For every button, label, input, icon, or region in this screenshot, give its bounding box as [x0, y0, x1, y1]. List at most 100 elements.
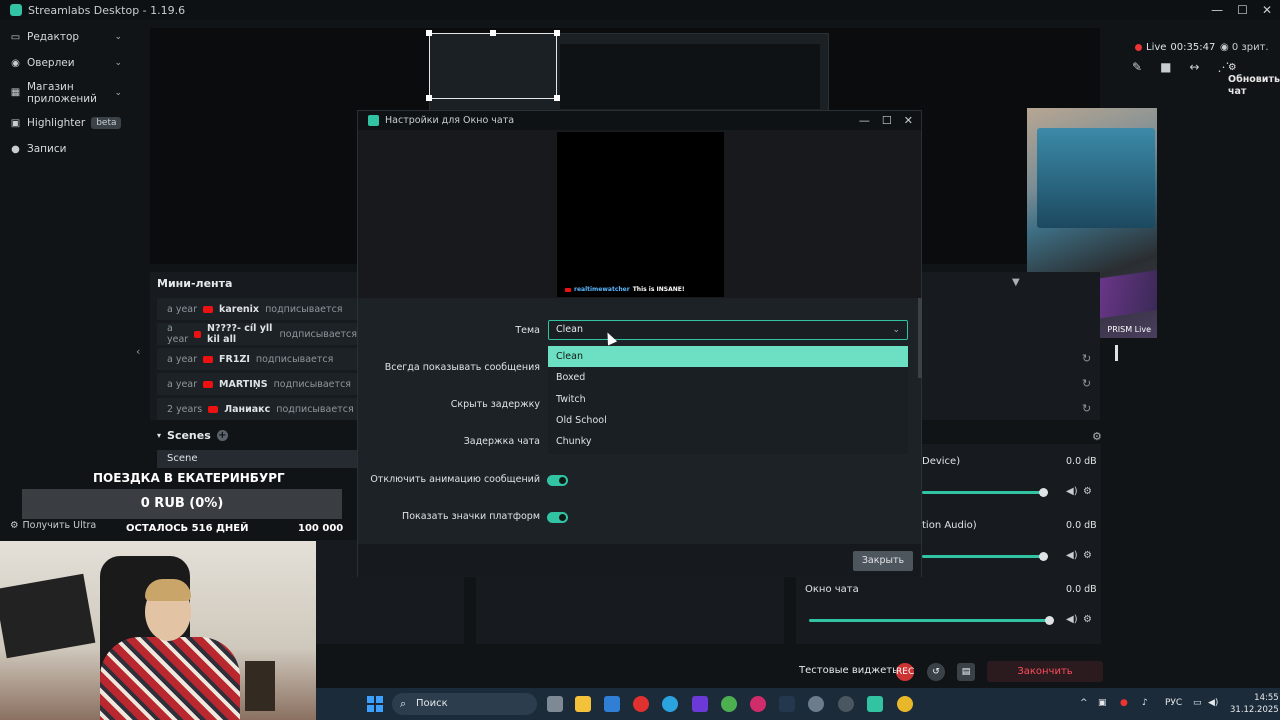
maximize-icon[interactable]: ☐	[882, 111, 892, 130]
close-button[interactable]: Закрыть	[853, 551, 913, 571]
modal-scrollbar[interactable]	[918, 298, 922, 378]
arrow-icon[interactable]: ↔	[1189, 60, 1199, 74]
resize-handle[interactable]	[426, 30, 432, 36]
refresh-chat-button[interactable]: ⚙ Обновить чат	[1228, 62, 1280, 98]
torrent-icon[interactable]	[721, 696, 737, 712]
nav-item-app-store[interactable]: ▦ Магазин приложений ⌄	[0, 76, 134, 110]
rec-button[interactable]: REC	[896, 663, 914, 681]
feed-name: FR1ZI	[219, 353, 250, 365]
volume-knob[interactable]	[1039, 488, 1048, 497]
refresh-icon[interactable]: ↻	[1082, 377, 1091, 390]
minimize-icon[interactable]: —	[1211, 3, 1223, 17]
tray-app-icon[interactable]: ▣	[1098, 698, 1107, 708]
store-icon[interactable]	[604, 696, 620, 712]
app-icon[interactable]	[838, 696, 854, 712]
language-indicator[interactable]: РУС	[1165, 698, 1182, 708]
show-badges-toggle[interactable]	[547, 512, 568, 523]
mini-feed-title: Мини-лента	[157, 277, 233, 290]
minimize-icon[interactable]: —	[859, 111, 870, 130]
resize-handle[interactable]	[490, 30, 496, 36]
theme-option[interactable]: Clean	[548, 346, 908, 368]
filter-icon[interactable]: ▼	[1012, 277, 1020, 288]
chevron-left-icon[interactable]: ‹	[136, 345, 140, 358]
beta-badge: beta	[91, 117, 122, 129]
theme-select[interactable]: Clean ⌄	[548, 320, 908, 340]
theme-option[interactable]: Twitch	[548, 389, 908, 410]
volume-slider[interactable]	[922, 555, 1044, 558]
chevron-down-icon[interactable]: ▾	[157, 431, 161, 440]
chrome-icon[interactable]	[897, 696, 913, 712]
replay-icon[interactable]: ↺	[927, 663, 945, 681]
close-icon[interactable]: ✕	[904, 111, 913, 130]
window-controls: — ☐ ✕	[1211, 0, 1272, 20]
chevron-down-icon[interactable]: ⌄	[114, 32, 122, 42]
theme-option[interactable]: Chunky	[548, 431, 908, 452]
yandex-browser-icon[interactable]	[633, 696, 649, 712]
scenes-title: Scenes	[167, 429, 211, 442]
get-ultra-link[interactable]: ⚙ Получить Ultra	[10, 520, 96, 531]
edit-icon[interactable]: ✎	[1132, 60, 1142, 74]
chevron-down-icon[interactable]: ⌄	[114, 87, 122, 99]
settings-icon[interactable]	[808, 696, 824, 712]
feed-action: подписывается	[255, 353, 334, 365]
streamlabs-taskbar-icon[interactable]	[867, 696, 883, 712]
resize-handle[interactable]	[554, 30, 560, 36]
steam-icon[interactable]	[779, 696, 795, 712]
maximize-icon[interactable]: ☐	[1237, 3, 1248, 17]
theme-option[interactable]: Boxed	[548, 367, 908, 388]
microphone-icon[interactable]: ♪	[1142, 698, 1148, 708]
prism-label: PRISM Live	[1107, 325, 1151, 334]
gear-icon[interactable]: ⚙	[1083, 550, 1092, 561]
mixer-gear-icon[interactable]: ⚙	[1092, 430, 1102, 443]
show-badges-label: Показать значки платформ	[402, 511, 540, 522]
feed-time: a year	[167, 323, 189, 345]
taskbar-search[interactable]: ⌕ Поиск	[392, 693, 537, 715]
editor-icon: ▭	[10, 31, 21, 43]
speaker-icon[interactable]: ◀)	[1066, 486, 1078, 497]
resize-handle[interactable]	[554, 95, 560, 101]
task-view-icon[interactable]	[547, 696, 563, 712]
opera-icon[interactable]	[750, 696, 766, 712]
volume-slider[interactable]	[809, 619, 1050, 622]
windows-start-icon[interactable]	[367, 696, 383, 712]
nav-item-overlays[interactable]: ◉ Оверлеи ⌄	[0, 50, 134, 76]
nav-item-recordings[interactable]: ● Записи	[0, 136, 134, 162]
feed-row: 2 years Ланиакс подписывается	[157, 398, 357, 420]
viewer-count: ◉ 0 зрит.	[1220, 42, 1269, 53]
close-icon[interactable]: ✕	[1262, 3, 1272, 17]
theme-option[interactable]: Old School	[548, 410, 908, 431]
volume-slider[interactable]	[922, 491, 1044, 494]
gear-icon[interactable]: ⚙	[1083, 486, 1092, 497]
app-icon[interactable]	[692, 696, 708, 712]
schedule-icon[interactable]: ▤	[957, 663, 975, 681]
file-explorer-icon[interactable]	[575, 696, 591, 712]
taskbar-clock[interactable]: 14:55 31.12.2025	[1230, 692, 1279, 716]
chat-preview-area: realtimewatcher This is INSANE!	[358, 130, 921, 298]
streamlabs-logo-icon	[368, 115, 379, 126]
tray-chevron-icon[interactable]: ^	[1080, 698, 1088, 708]
refresh-icon[interactable]: ↻	[1082, 402, 1091, 415]
add-scene-icon[interactable]: +	[216, 430, 228, 441]
gear-icon[interactable]: ⚙	[1083, 614, 1092, 625]
speaker-icon[interactable]: ◀)	[1066, 550, 1078, 561]
resize-handle[interactable]	[426, 95, 432, 101]
volume-knob[interactable]	[1045, 616, 1054, 625]
tray-rec-icon[interactable]: ●	[1120, 698, 1128, 708]
camera-icon[interactable]: ■	[1160, 60, 1171, 74]
volume-icon[interactable]: ◀)	[1208, 698, 1218, 708]
nav-item-editor[interactable]: ▭ Редактор ⌄	[0, 24, 134, 50]
feed-row: a year FR1ZI подписывается	[157, 348, 357, 370]
volume-knob[interactable]	[1039, 552, 1048, 561]
disable-animation-toggle[interactable]	[547, 475, 568, 486]
nav-item-highlighter[interactable]: ▣ Highlighter beta	[0, 110, 134, 136]
telegram-icon[interactable]	[662, 696, 678, 712]
scene-item[interactable]: Scene	[157, 450, 357, 468]
refresh-icon[interactable]: ↻	[1082, 352, 1091, 365]
speaker-icon[interactable]: ◀)	[1066, 614, 1078, 625]
network-icon[interactable]: ▭	[1193, 698, 1202, 708]
scroll-handle[interactable]	[1115, 345, 1118, 361]
test-widgets-label[interactable]: Тестовые виджеты	[799, 665, 900, 676]
end-stream-button[interactable]: Закончить трансляцию	[987, 661, 1103, 698]
selection-box[interactable]	[429, 33, 557, 99]
chevron-down-icon[interactable]: ⌄	[114, 58, 122, 68]
